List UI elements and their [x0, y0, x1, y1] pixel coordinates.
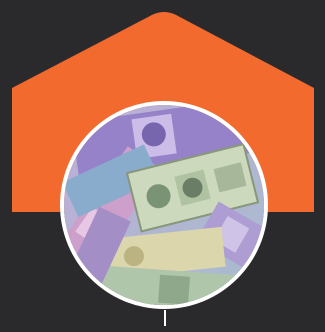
banknotes-illustration [64, 105, 264, 305]
badge-canvas [0, 0, 325, 332]
banknotes-photo [64, 105, 264, 305]
pointer-stem [164, 310, 166, 326]
